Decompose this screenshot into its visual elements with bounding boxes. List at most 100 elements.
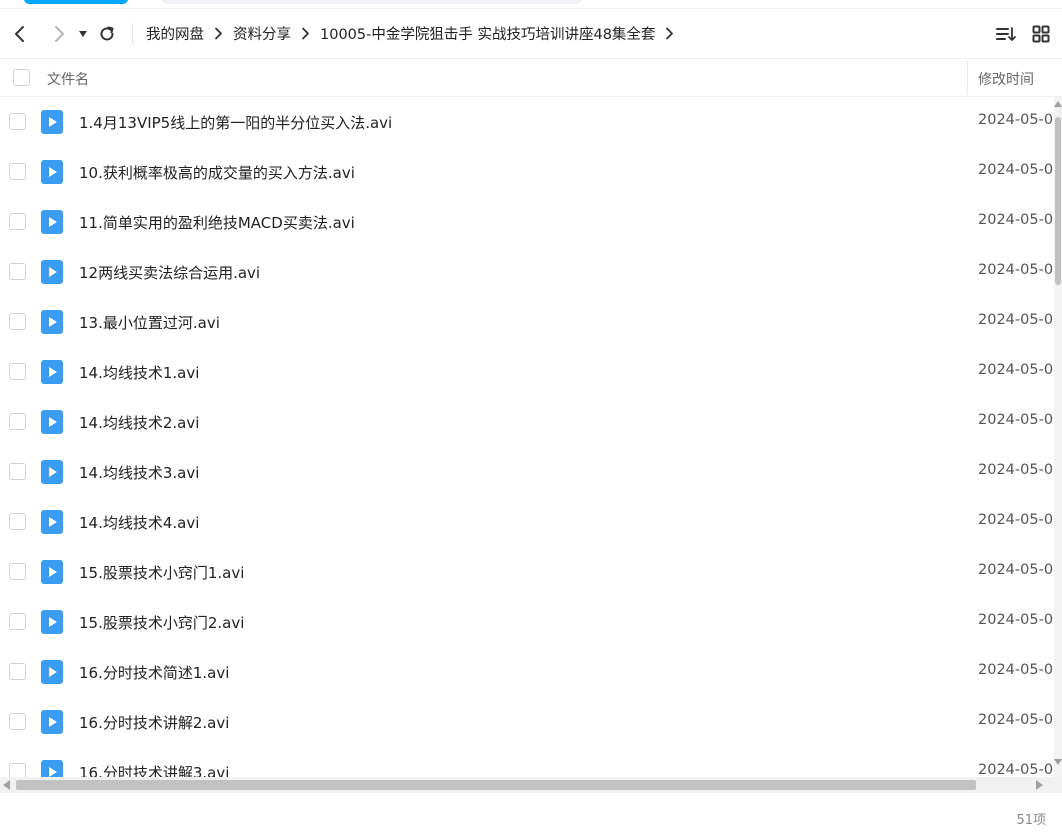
video-file-icon: [41, 310, 63, 334]
video-file-icon: [41, 460, 63, 484]
row-checkbox[interactable]: [9, 513, 26, 530]
vertical-scrollbar-thumb[interactable]: [1055, 117, 1061, 285]
row-checkbox[interactable]: [9, 313, 26, 330]
file-name[interactable]: 14.均线技术2.avi: [79, 412, 199, 433]
grid-view-button[interactable]: [1026, 19, 1056, 49]
horizontal-scrollbar[interactable]: [0, 777, 1062, 793]
file-modified-time: 2024-05-0: [978, 662, 1054, 678]
row-checkbox[interactable]: [9, 263, 26, 280]
video-file-icon: [41, 660, 63, 684]
chevron-right-icon: [55, 25, 64, 42]
file-name[interactable]: 10.获利概率极高的成交量的买入方法.avi: [79, 162, 355, 183]
back-button[interactable]: [5, 19, 35, 49]
file-modified-time: 2024-05-0: [978, 762, 1054, 777]
video-file-icon: [41, 110, 63, 134]
row-checkbox[interactable]: [9, 713, 26, 730]
file-name[interactable]: 14.均线技术1.avi: [79, 362, 199, 383]
file-row[interactable]: 14.均线技术3.avi 2024-05-0: [0, 447, 1054, 497]
file-name[interactable]: 16.分时技术讲解3.avi: [79, 762, 229, 777]
scroll-down-icon[interactable]: [1054, 759, 1062, 765]
breadcrumb-chevron-icon: [214, 27, 223, 40]
top-strip: [0, 0, 1062, 9]
video-file-icon: [41, 260, 63, 284]
file-row[interactable]: 16.分时技术简述1.avi 2024-05-0: [0, 647, 1054, 697]
row-checkbox[interactable]: [9, 113, 26, 130]
status-bar: 51项: [0, 798, 1062, 834]
file-modified-time: 2024-05-0: [978, 262, 1054, 278]
row-checkbox[interactable]: [9, 613, 26, 630]
column-divider[interactable]: [967, 61, 968, 95]
row-checkbox[interactable]: [9, 413, 26, 430]
file-modified-time: 2024-05-0: [978, 162, 1054, 178]
view-controls: [992, 19, 1056, 49]
row-checkbox[interactable]: [9, 563, 26, 580]
file-name[interactable]: 15.股票技术小窍门2.avi: [79, 612, 244, 633]
row-checkbox[interactable]: [9, 213, 26, 230]
forward-button[interactable]: [44, 19, 74, 49]
grid-view-icon: [1032, 25, 1050, 43]
scroll-left-icon[interactable]: [3, 780, 10, 790]
file-row[interactable]: 14.均线技术4.avi 2024-05-0: [0, 497, 1054, 547]
chevron-left-icon: [15, 25, 24, 42]
search-bar-edge[interactable]: [162, 0, 582, 4]
file-name[interactable]: 13.最小位置过河.avi: [79, 312, 220, 333]
file-modified-time: 2024-05-0: [978, 212, 1054, 228]
file-list: 1.4月13VIP5线上的第一阳的半分位买入法.avi 2024-05-0 10.获…: [0, 97, 1062, 777]
sort-button[interactable]: [992, 19, 1022, 49]
list-header: 文件名 修改时间: [0, 59, 1062, 97]
caret-down-icon: [79, 30, 87, 37]
file-row[interactable]: 16.分时技术讲解3.avi 2024-05-0: [0, 747, 1054, 777]
breadcrumb-item-current[interactable]: 10005-中金学院狙击手 实战技巧培训讲座48集全套: [320, 23, 655, 44]
file-name[interactable]: 11.简单实用的盈利绝技MACD买卖法.avi: [79, 212, 355, 233]
video-file-icon: [41, 560, 63, 584]
video-file-icon: [41, 510, 63, 534]
file-name[interactable]: 14.均线技术4.avi: [79, 512, 199, 533]
file-name[interactable]: 15.股票技术小窍门1.avi: [79, 562, 244, 583]
file-name[interactable]: 14.均线技术3.avi: [79, 462, 199, 483]
file-row[interactable]: 13.最小位置过河.avi 2024-05-0: [0, 297, 1054, 347]
column-header-modified[interactable]: 修改时间: [978, 69, 1034, 89]
file-name[interactable]: 16.分时技术讲解2.avi: [79, 712, 229, 733]
vertical-scrollbar[interactable]: [1054, 97, 1062, 777]
file-modified-time: 2024-05-0: [978, 562, 1054, 578]
file-row[interactable]: 16.分时技术讲解2.avi 2024-05-0: [0, 697, 1054, 747]
sort-icon: [996, 27, 1016, 41]
row-checkbox[interactable]: [9, 363, 26, 380]
breadcrumb-chevron-icon: [301, 27, 310, 40]
row-checkbox[interactable]: [9, 163, 26, 180]
scroll-up-icon[interactable]: [1054, 101, 1062, 107]
row-checkbox[interactable]: [9, 663, 26, 680]
upload-button-edge[interactable]: [24, 0, 128, 4]
refresh-button[interactable]: [92, 19, 122, 49]
file-name[interactable]: 16.分时技术简述1.avi: [79, 662, 229, 683]
breadcrumb-item[interactable]: 资料分享: [233, 23, 291, 44]
toolbar-separator: [132, 22, 133, 45]
column-header-name[interactable]: 文件名: [47, 69, 89, 89]
toolbar: 我的网盘 资料分享 10005-中金学院狙击手 实战技巧培训讲座48集全套: [0, 9, 1062, 59]
file-row[interactable]: 14.均线技术2.avi 2024-05-0: [0, 397, 1054, 447]
file-name[interactable]: 12两线买卖法综合运用.avi: [79, 262, 260, 283]
breadcrumb-item[interactable]: 我的网盘: [146, 23, 204, 44]
file-modified-time: 2024-05-0: [978, 712, 1054, 728]
file-row[interactable]: 15.股票技术小窍门1.avi 2024-05-0: [0, 547, 1054, 597]
video-file-icon: [41, 760, 63, 777]
file-row[interactable]: 12两线买卖法综合运用.avi 2024-05-0: [0, 247, 1054, 297]
file-name[interactable]: 1.4月13VIP5线上的第一阳的半分位买入法.avi: [79, 112, 392, 133]
select-all-checkbox[interactable]: [13, 69, 30, 86]
row-checkbox[interactable]: [9, 463, 26, 480]
file-row[interactable]: 15.股票技术小窍门2.avi 2024-05-0: [0, 597, 1054, 647]
horizontal-scrollbar-thumb[interactable]: [16, 780, 976, 790]
video-file-icon: [41, 610, 63, 634]
file-row[interactable]: 10.获利概率极高的成交量的买入方法.avi 2024-05-0: [0, 147, 1054, 197]
file-modified-time: 2024-05-0: [978, 412, 1054, 428]
breadcrumb: 我的网盘 资料分享 10005-中金学院狙击手 实战技巧培训讲座48集全套: [146, 23, 684, 44]
video-file-icon: [41, 410, 63, 434]
scroll-right-icon[interactable]: [1036, 780, 1043, 790]
breadcrumb-chevron-icon[interactable]: [665, 27, 674, 40]
history-dropdown-button[interactable]: [74, 19, 92, 49]
file-row[interactable]: 14.均线技术1.avi 2024-05-0: [0, 347, 1054, 397]
row-checkbox[interactable]: [9, 763, 26, 777]
file-row[interactable]: 11.简单实用的盈利绝技MACD买卖法.avi 2024-05-0: [0, 197, 1054, 247]
file-modified-time: 2024-05-0: [978, 612, 1054, 628]
file-row[interactable]: 1.4月13VIP5线上的第一阳的半分位买入法.avi 2024-05-0: [0, 97, 1054, 147]
